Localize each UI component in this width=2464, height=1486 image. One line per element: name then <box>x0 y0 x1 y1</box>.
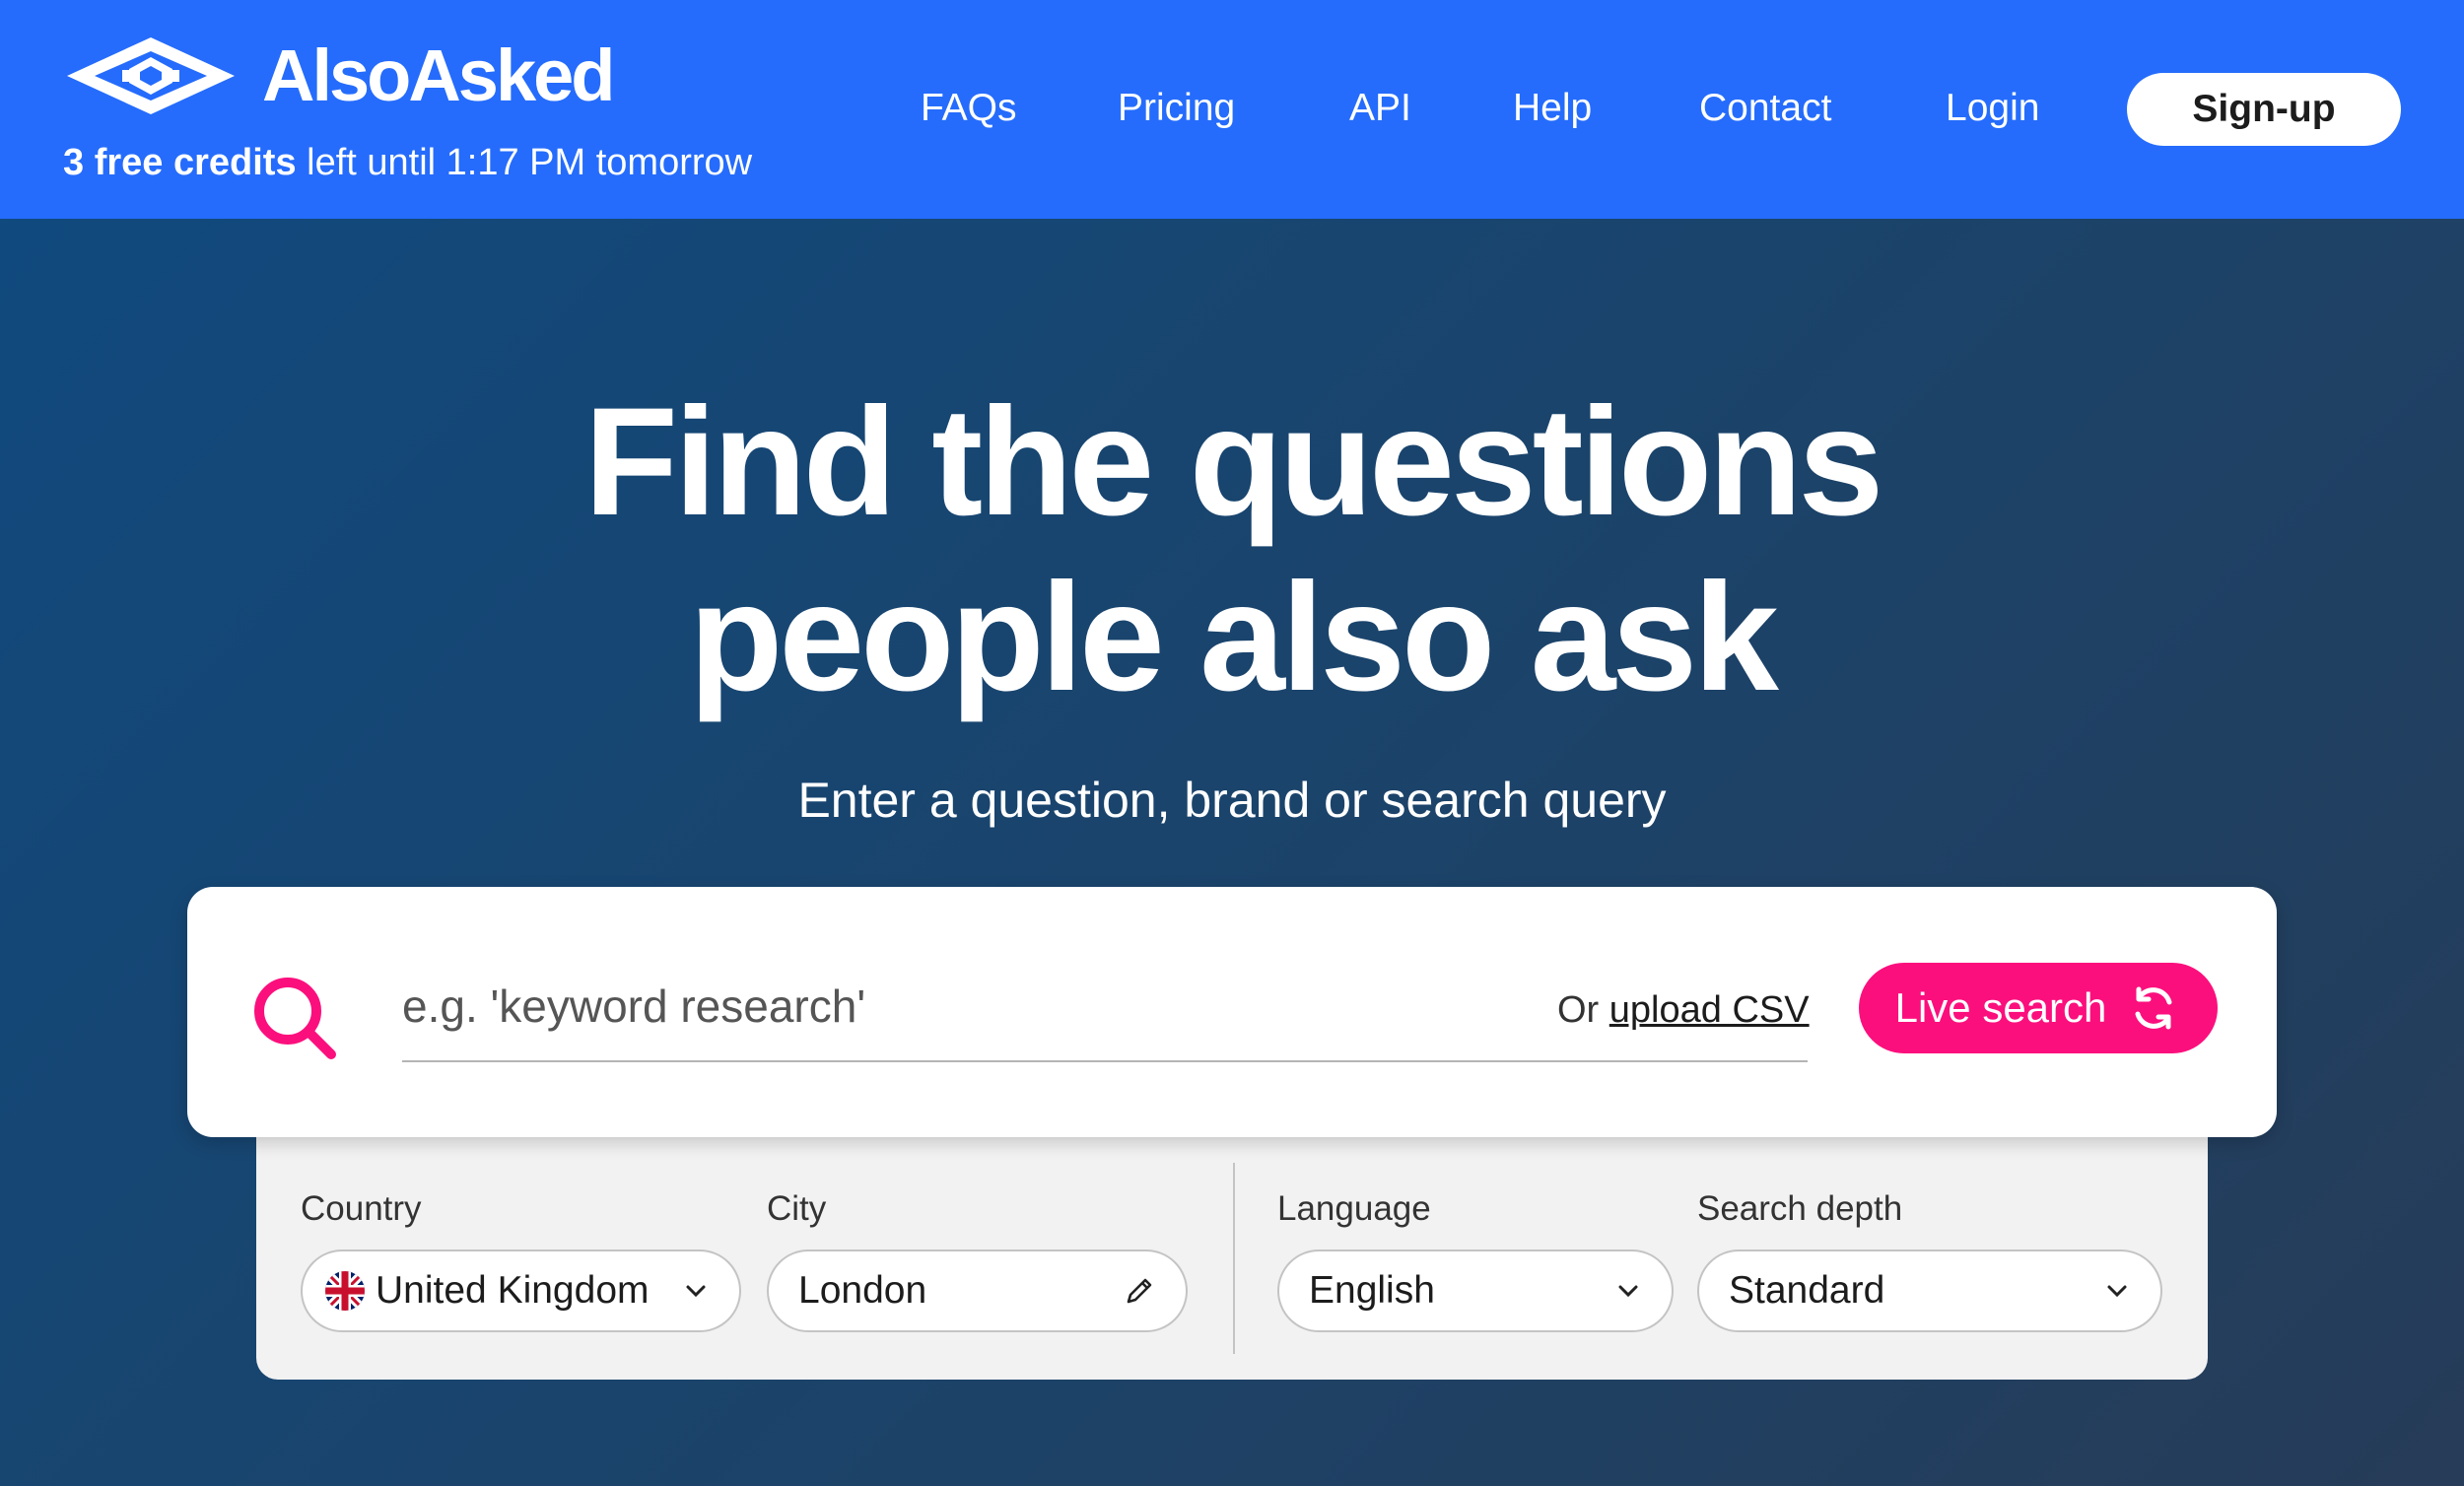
depth-label: Search depth <box>1697 1189 1903 1228</box>
options-divider <box>1233 1163 1235 1354</box>
depth-select[interactable]: Standard <box>1697 1250 2162 1332</box>
hero-subtitle: Enter a question, brand or search query <box>797 773 1667 828</box>
country-select[interactable]: United Kingdom <box>301 1250 741 1332</box>
language-select[interactable]: English <box>1277 1250 1674 1332</box>
chevron-down-icon <box>686 1285 706 1298</box>
hero-title: Find the questions people also ask <box>0 374 2464 725</box>
brand-name: AlsoAsked <box>262 34 615 116</box>
hero-title-line-1: Find the questions <box>583 376 1884 548</box>
signup-button[interactable]: Sign-up <box>2127 73 2401 146</box>
language-value: English <box>1309 1269 1435 1312</box>
nav-login[interactable]: Login <box>1946 79 2039 138</box>
nav-help[interactable]: Help <box>1513 79 1592 138</box>
upload-csv-prompt: Or upload CSV <box>1557 985 1810 1035</box>
country-label: Country <box>301 1189 422 1228</box>
country-value: United Kingdom <box>376 1269 650 1312</box>
nav-contact[interactable]: Contact <box>1699 79 1831 138</box>
chevron-down-icon <box>1618 1285 1638 1298</box>
city-value: London <box>798 1269 927 1312</box>
logo-eye-icon <box>67 37 235 114</box>
live-search-label: Live search <box>1894 984 2107 1031</box>
or-text: Or <box>1557 989 1609 1031</box>
logo[interactable]: AlsoAsked <box>63 32 615 120</box>
city-label: City <box>767 1189 827 1228</box>
credits-notice: 3 free credits left until 1:17 PM tomorr… <box>63 138 752 187</box>
uk-flag-icon <box>325 1271 365 1311</box>
upload-csv-link[interactable]: upload CSV <box>1609 989 1810 1031</box>
language-label: Language <box>1277 1189 1431 1228</box>
nav-pricing[interactable]: Pricing <box>1118 79 1235 138</box>
hero-title-line-2: people also ask <box>689 552 1779 723</box>
nav-api[interactable]: API <box>1349 79 1411 138</box>
top-header: AlsoAsked 3 free credits left until 1:17… <box>0 0 2464 219</box>
search-card: Or upload CSV Live search <box>187 887 2277 1137</box>
nav-faqs[interactable]: FAQs <box>921 79 1017 138</box>
city-field[interactable]: London <box>767 1250 1188 1332</box>
credits-count: 3 free credits <box>63 142 297 183</box>
chevron-down-icon <box>2107 1285 2127 1298</box>
credits-expiry: left until 1:17 PM tomorrow <box>296 142 753 183</box>
refresh-icon <box>2135 986 2172 1030</box>
live-search-button[interactable]: Live search <box>1859 963 2218 1053</box>
search-options-panel <box>256 1114 2208 1380</box>
pencil-icon[interactable] <box>1123 1274 1156 1308</box>
search-icon <box>254 978 336 1059</box>
depth-value: Standard <box>1729 1269 1885 1312</box>
